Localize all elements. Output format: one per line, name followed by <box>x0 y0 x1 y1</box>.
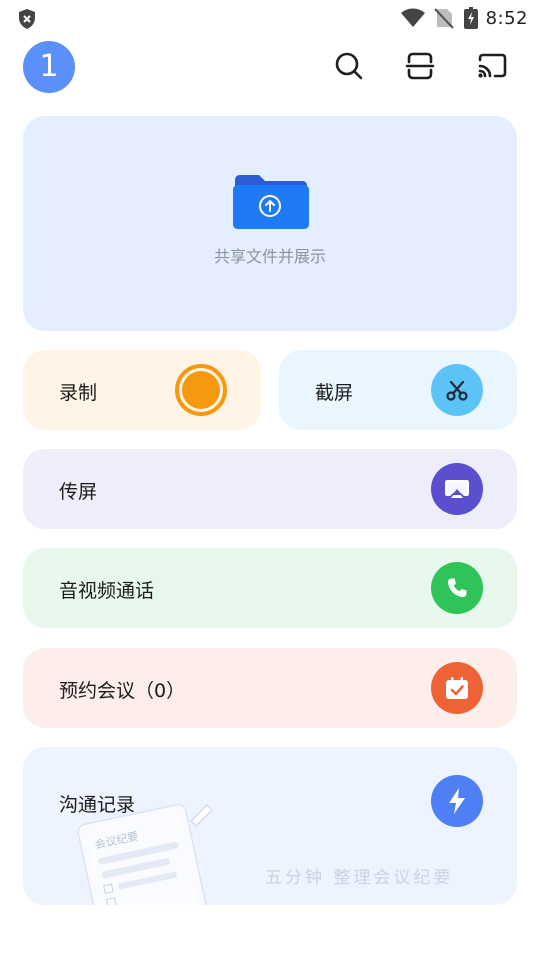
av-call-card[interactable]: 音视频通话 <box>23 548 517 628</box>
no-sim-icon <box>433 7 454 29</box>
record-label: 录制 <box>59 382 98 404</box>
phone-icon[interactable] <box>431 562 483 614</box>
screen-cast-label: 传屏 <box>59 481 98 503</box>
screenshot-label: 截屏 <box>315 382 354 404</box>
meeting-card[interactable]: 预约会议（0） <box>23 648 517 728</box>
notes-slogan: 五分钟 整理会议纪要 <box>265 868 454 888</box>
search-icon[interactable] <box>333 50 365 82</box>
battery-charging-icon <box>463 7 478 29</box>
lightning-icon[interactable] <box>431 775 483 827</box>
screenshot-card[interactable]: 截屏 <box>279 350 517 430</box>
notes-card[interactable]: 会议纪要 沟通记录 五分钟 整理会议纪要 <box>23 747 517 905</box>
wifi-icon <box>400 7 426 29</box>
av-call-label: 音视频通话 <box>59 580 155 602</box>
avatar[interactable]: 1 <box>23 41 75 93</box>
screen-cast-card[interactable]: 传屏 <box>23 449 517 529</box>
folder-upload-icon <box>233 174 309 234</box>
record-icon[interactable] <box>175 364 227 416</box>
cast-icon[interactable] <box>476 50 508 82</box>
clock: 8:52 <box>485 7 528 29</box>
shield-x-icon <box>17 8 37 34</box>
notes-label: 沟通记录 <box>59 794 136 816</box>
scan-icon[interactable] <box>404 50 436 82</box>
record-card[interactable]: 录制 <box>23 350 261 430</box>
airplay-icon[interactable] <box>431 463 483 515</box>
share-file-label: 共享文件并展示 <box>213 247 326 266</box>
share-file-card[interactable]: 共享文件并展示 <box>23 116 517 331</box>
scissors-icon[interactable] <box>431 364 483 416</box>
calendar-check-icon[interactable] <box>431 662 483 714</box>
status-icons: 8:52 <box>400 5 528 31</box>
status-bar: 8:52 <box>0 0 540 36</box>
meeting-label: 预约会议（0） <box>59 680 186 702</box>
